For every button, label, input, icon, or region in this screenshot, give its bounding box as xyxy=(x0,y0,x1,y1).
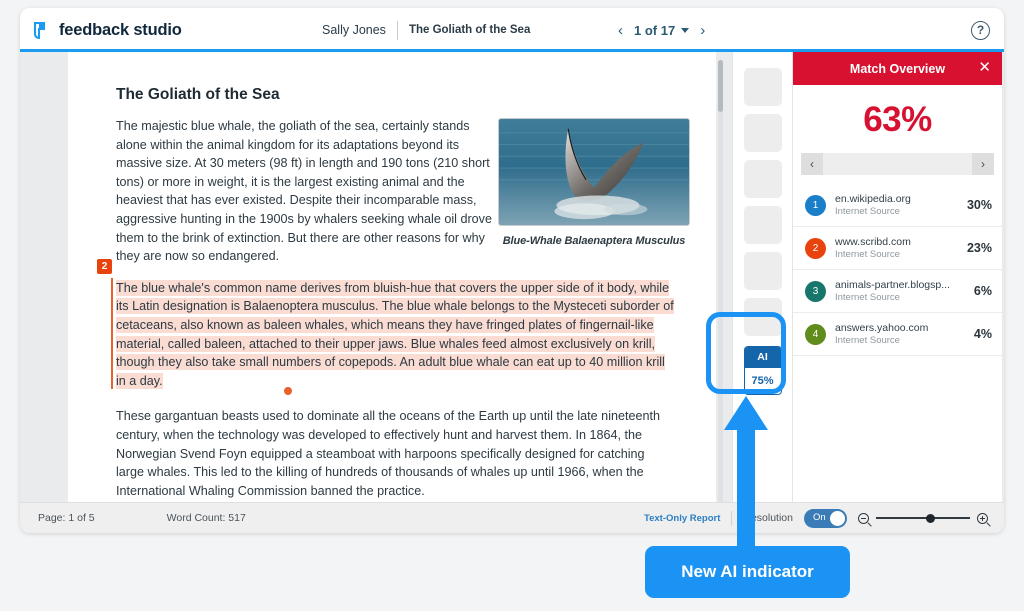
source-list-end-divider xyxy=(793,355,1002,356)
document-scrollbar[interactable] xyxy=(718,60,723,522)
source-url: en.wikipedia.org xyxy=(835,193,958,205)
source-rank-badge: 4 xyxy=(805,324,826,345)
source-type: Internet Source xyxy=(835,206,958,217)
annotation-arrow-icon xyxy=(724,396,768,546)
app-body: The Goliath of the Sea xyxy=(20,52,1004,530)
zoom-slider-knob[interactable] xyxy=(926,514,935,523)
source-rank-badge: 3 xyxy=(805,281,826,302)
overall-similarity-percent: 63% xyxy=(793,85,1002,153)
source-rank-badge: 2 xyxy=(805,238,826,259)
tool-slot-4[interactable] xyxy=(744,206,782,244)
highlighted-match-block[interactable]: 2 The blue whale's common name derives f… xyxy=(116,279,676,391)
chevron-right-icon[interactable]: › xyxy=(700,23,705,38)
source-prev-icon[interactable]: ‹ xyxy=(801,153,823,175)
tool-slot-1[interactable] xyxy=(744,68,782,106)
document-paragraph-2: The blue whale's common name derives fro… xyxy=(116,279,676,391)
help-icon[interactable]: ? xyxy=(971,21,990,40)
annotation-callout: New AI indicator xyxy=(645,546,850,598)
source-list: 1 en.wikipedia.org Internet Source 30% 2… xyxy=(793,184,1002,356)
document-title: The Goliath of the Sea xyxy=(398,24,530,36)
source-next-icon[interactable]: › xyxy=(972,153,994,175)
document-pane: The Goliath of the Sea xyxy=(20,52,732,530)
source-percent: 30% xyxy=(967,198,992,212)
tool-slot-5[interactable] xyxy=(744,252,782,290)
figure: Blue-Whale Balaenaptera Musculus xyxy=(498,118,690,247)
highlight-left-bar xyxy=(111,278,113,390)
source-row[interactable]: 3 animals-partner.blogsp... Internet Sou… xyxy=(793,269,1002,312)
document-page: The Goliath of the Sea xyxy=(68,52,716,530)
zoom-out-icon[interactable] xyxy=(858,513,869,524)
chevron-left-icon[interactable]: ‹ xyxy=(618,23,623,38)
zoom-slider[interactable] xyxy=(876,517,970,519)
text-only-report-link[interactable]: Text-Only Report xyxy=(644,513,720,524)
source-type: Internet Source xyxy=(835,335,965,346)
feedback-studio-window: feedback studio Sally Jones The Goliath … xyxy=(20,8,1004,533)
source-pager-track xyxy=(823,153,972,175)
tool-slot-2[interactable] xyxy=(744,114,782,152)
student-name: Sally Jones xyxy=(322,23,397,37)
source-type: Internet Source xyxy=(835,249,958,260)
whale-tail-photo xyxy=(498,118,690,226)
highlight-end-dot xyxy=(284,387,292,395)
source-percent: 23% xyxy=(967,241,992,255)
annotation-callout-text: New AI indicator xyxy=(681,562,814,582)
source-pager: ‹ › xyxy=(801,153,994,175)
document-scroll-thumb[interactable] xyxy=(718,60,723,112)
resolution-toggle-knob xyxy=(830,511,845,526)
source-rank-badge: 1 xyxy=(805,195,826,216)
app-header: feedback studio Sally Jones The Goliath … xyxy=(20,8,1004,52)
resolution-toggle-state: On xyxy=(813,512,826,523)
zoom-controls xyxy=(858,513,988,524)
tool-slot-3[interactable] xyxy=(744,160,782,198)
match-overview-header: Match Overview ✕ xyxy=(793,52,1002,85)
zoom-in-icon[interactable] xyxy=(977,513,988,524)
document-paragraph-3: These gargantuan beasts used to dominate… xyxy=(116,407,676,500)
ai-indicator-value: 75% xyxy=(745,368,781,395)
source-url: www.scribd.com xyxy=(835,236,958,248)
match-overview-title: Match Overview xyxy=(850,62,945,76)
source-row[interactable]: 2 www.scribd.com Internet Source 23% xyxy=(793,226,1002,269)
feedback-studio-logo-icon xyxy=(32,20,52,41)
ai-indicator-button[interactable]: AI 75% xyxy=(744,346,782,395)
ai-indicator-label: AI xyxy=(745,347,781,368)
brand-logo[interactable]: feedback studio xyxy=(32,20,182,41)
document-meta: Sally Jones The Goliath of the Sea xyxy=(322,8,530,52)
brand-name: feedback studio xyxy=(59,21,182,40)
match-marker-badge[interactable]: 2 xyxy=(97,259,112,274)
document-paragraph-1: The majestic blue whale, the goliath of … xyxy=(116,117,496,266)
resolution-toggle[interactable]: On xyxy=(804,509,847,528)
page-indicator: Page: 1 of 5 xyxy=(38,512,95,524)
source-row[interactable]: 1 en.wikipedia.org Internet Source 30% xyxy=(793,184,1002,226)
app-footer: Page: 1 of 5 Word Count: 517 Text-Only R… xyxy=(20,502,1004,533)
source-row[interactable]: 4 answers.yahoo.com Internet Source 4% xyxy=(793,312,1002,355)
paper-counter-label: 1 of 17 xyxy=(634,23,675,38)
chevron-down-icon xyxy=(681,28,689,33)
source-type: Internet Source xyxy=(835,292,965,303)
paper-counter[interactable]: 1 of 17 xyxy=(634,23,689,38)
source-percent: 6% xyxy=(974,284,992,298)
tool-slot-6[interactable] xyxy=(744,298,782,336)
figure-caption: Blue-Whale Balaenaptera Musculus xyxy=(498,235,690,247)
source-url: animals-partner.blogsp... xyxy=(835,279,965,291)
source-url: answers.yahoo.com xyxy=(835,322,965,334)
word-count: Word Count: 517 xyxy=(167,512,246,524)
document-heading: The Goliath of the Sea xyxy=(116,86,676,104)
paper-pager: ‹ 1 of 17 › xyxy=(618,8,705,52)
match-overview-panel: Match Overview ✕ 63% ‹ › 1 en.wikipedia.… xyxy=(792,52,1002,530)
close-icon[interactable]: ✕ xyxy=(978,60,991,75)
source-percent: 4% xyxy=(974,327,992,341)
